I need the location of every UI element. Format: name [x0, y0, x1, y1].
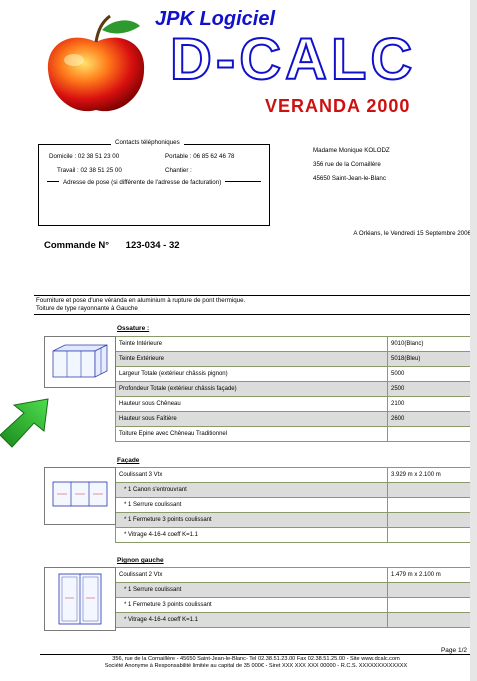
client-name: Madame Monique KOLODZ	[313, 147, 390, 154]
brand-logo-text: D-CALC	[169, 27, 417, 92]
sliding-door-3-icon	[52, 481, 108, 507]
footer-line-1: 356, rue de la Cornaillère - 45650 Saint…	[112, 656, 400, 662]
table-row: * Vitrage 4-16-4 coeff K=1.1	[115, 527, 473, 543]
table-row: Teinte Extérieure 5018(Bleu)	[115, 351, 473, 367]
table-cell: * 1 Fermeture 3 points coulissant	[115, 512, 388, 528]
page-shadow	[470, 0, 477, 681]
brand-subtitle: VERANDA 2000	[265, 96, 411, 116]
table-cell	[387, 597, 473, 613]
facade-table: Coulissant 3 Vtx 3.929 m x 2.100 m * 1 Ca…	[115, 467, 473, 543]
ossature-table: Teinte Intérieure 9010(Blanc) Teinte Exté…	[115, 336, 473, 442]
phone-domicile: Domicile : 02 38 51 23 00	[49, 153, 120, 160]
table-cell: Coulissant 3 Vtx	[115, 467, 388, 483]
table-cell: * Vitrage 4-16-4 coeff K=1.1	[115, 612, 388, 628]
phone-chantier: Chantier :	[165, 167, 192, 174]
contacts-legend: Contacts téléphoniques	[111, 139, 184, 146]
veranda-3d-icon	[52, 344, 108, 378]
table-cell: 5000	[387, 366, 473, 382]
table-cell	[387, 612, 473, 628]
pignon-table: Coulissant 2 Vtx 1.479 m x 2.100 m * 1 Se…	[115, 567, 473, 628]
intro-line-1: Fourniture et pose d'une véranda en alum…	[36, 297, 246, 304]
table-cell	[387, 497, 473, 513]
table-cell	[387, 426, 473, 442]
table-cell: 1.479 m x 2.100 m	[387, 567, 473, 583]
table-cell: * 1 Canon s'entrouvrant	[115, 482, 388, 498]
table-row: * Vitrage 4-16-4 coeff K=1.1	[115, 612, 473, 628]
table-cell: 2100	[387, 396, 473, 412]
table-row: * 1 Fermeture 3 points coulissant	[115, 512, 473, 528]
page-number: Page 1/2	[440, 647, 467, 654]
table-row: Hauteur sous Chêneau 2100	[115, 396, 473, 412]
table-cell: Teinte Intérieure	[115, 336, 388, 352]
table-cell: Coulissant 2 Vtx	[115, 567, 388, 583]
table-cell	[387, 482, 473, 498]
client-street: 356 rue de la Cornaillère	[313, 161, 381, 168]
footer-divider	[40, 654, 472, 655]
table-cell: * 1 Serrure coulissant	[115, 497, 388, 513]
table-row: Largeur Totale (extérieur châssis pignon…	[115, 366, 473, 382]
sliding-door-2-icon	[58, 573, 102, 625]
table-cell: * 1 Fermeture 3 points coulissant	[115, 597, 388, 613]
table-row: Coulissant 2 Vtx 1.479 m x 2.100 m	[115, 567, 473, 583]
table-cell	[387, 527, 473, 543]
facade-thumbnail	[44, 467, 116, 525]
phone-portable: Portable : 06 85 62 46 78	[165, 153, 235, 160]
table-row: Toiture Epine avec Chêneau Traditionnel	[115, 426, 473, 442]
intro-description: Fourniture et pose d'une véranda en alum…	[34, 295, 470, 315]
document-page: JPK Logiciel D-CALC VERANDA 2000 Contact…	[0, 0, 477, 681]
commande-heading: Commande N° 123-034 - 32	[44, 240, 180, 251]
table-cell: 2600	[387, 411, 473, 427]
table-row: * 1 Fermeture 3 points coulissant	[115, 597, 473, 613]
table-cell: Hauteur sous Faîtière	[115, 411, 388, 427]
ossature-title: Ossature :	[117, 325, 150, 332]
table-cell: Largeur Totale (extérieur châssis pignon…	[115, 366, 388, 382]
commande-number: 123-034 - 32	[125, 240, 180, 251]
table-cell	[387, 512, 473, 528]
table-row: Coulissant 3 Vtx 3.929 m x 2.100 m	[115, 467, 473, 483]
table-cell: 3.929 m x 2.100 m	[387, 467, 473, 483]
table-cell: 5018(Bleu)	[387, 351, 473, 367]
table-cell: * 1 Serrure coulissant	[115, 582, 388, 598]
contacts-box: Contacts téléphoniques Domicile : 02 38 …	[38, 139, 270, 226]
date-line: A Orléans, le Vendredi 15 Septembre 2006	[353, 230, 471, 237]
table-cell: 9010(Blanc)	[387, 336, 473, 352]
adresse-pose-label: Adresse de pose (si différente de l'adre…	[59, 179, 226, 186]
table-cell: 2500	[387, 381, 473, 397]
table-cell: Toiture Epine avec Chêneau Traditionnel	[115, 426, 388, 442]
apple-logo-icon	[47, 14, 145, 112]
table-cell: Hauteur sous Chêneau	[115, 396, 388, 412]
intro-line-2: Toiture de type rayonnante à Gauche	[36, 305, 138, 312]
table-row: * 1 Serrure coulissant	[115, 582, 473, 598]
table-row: Profondeur Totale (extérieur châssis faç…	[115, 381, 473, 397]
table-row: Hauteur sous Faîtière 2600	[115, 411, 473, 427]
ossature-thumbnail	[44, 336, 116, 388]
table-cell: Teinte Extérieure	[115, 351, 388, 367]
pignon-thumbnail	[44, 567, 116, 631]
footer-line-2: Société Anonyme à Responsabilité limitée…	[104, 663, 408, 669]
green-arrow-icon	[0, 398, 49, 448]
footer: 356, rue de la Cornaillère - 45650 Saint…	[40, 656, 472, 670]
client-city: 45650 Saint-Jean-le-Blanc	[313, 175, 386, 182]
table-row: * 1 Canon s'entrouvrant	[115, 482, 473, 498]
table-row: Teinte Intérieure 9010(Blanc)	[115, 336, 473, 352]
phone-travail: Travail : 02 38 51 25 00	[57, 167, 122, 174]
commande-label: Commande N°	[44, 240, 110, 251]
pignon-title: Pignon gauche	[117, 557, 164, 564]
facade-title: Façade	[117, 457, 140, 464]
table-cell: Profondeur Totale (extérieur châssis faç…	[115, 381, 388, 397]
table-cell	[387, 582, 473, 598]
table-cell: * Vitrage 4-16-4 coeff K=1.1	[115, 527, 388, 543]
table-row: * 1 Serrure coulissant	[115, 497, 473, 513]
